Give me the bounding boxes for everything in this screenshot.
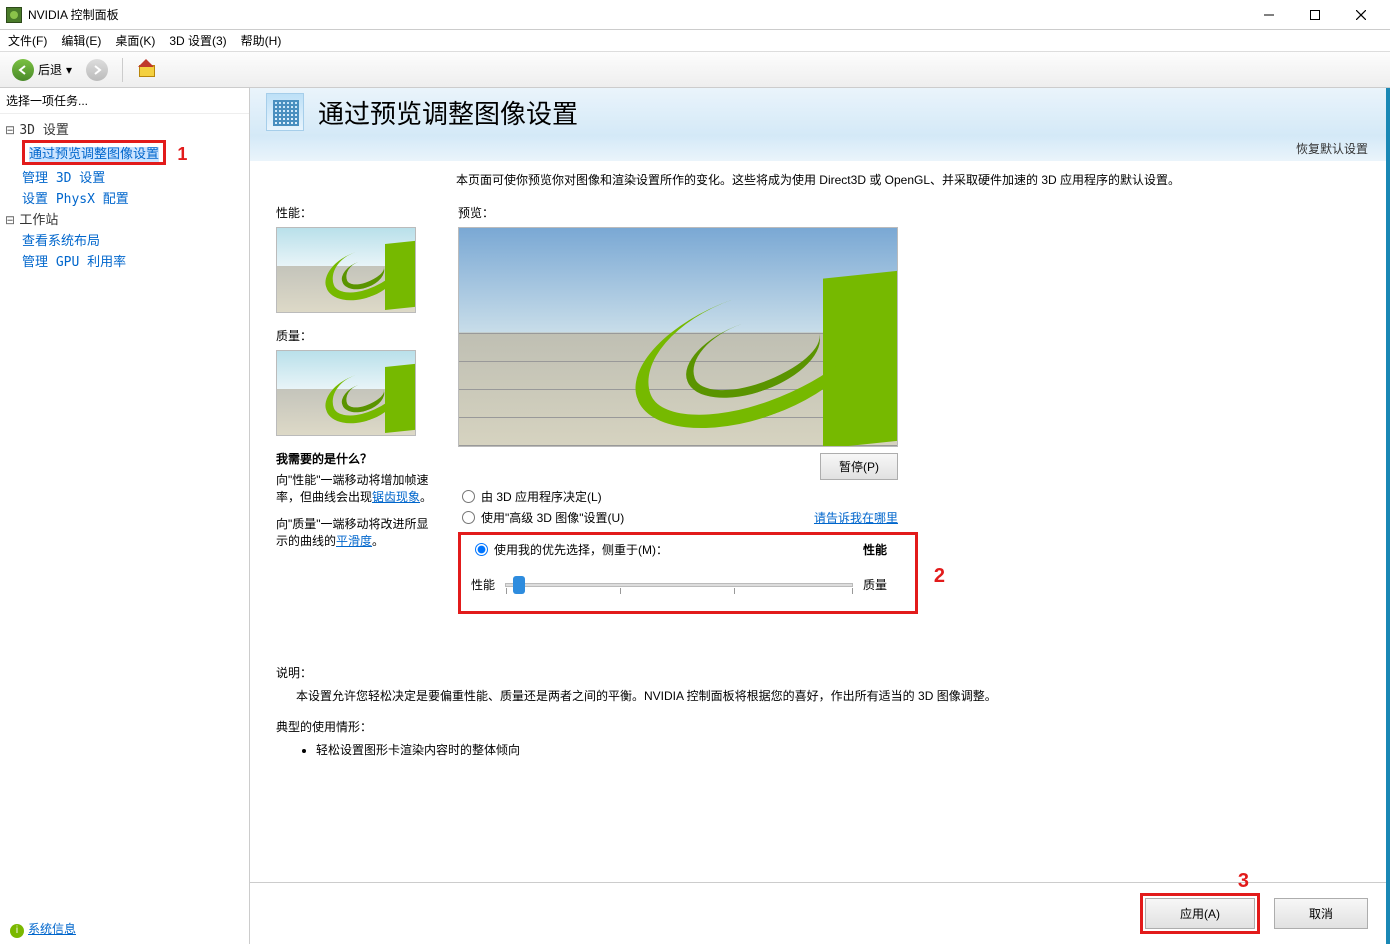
restore-defaults-link[interactable]: 恢复默认设置 bbox=[1296, 142, 1368, 156]
slider-ticks bbox=[506, 588, 852, 594]
page-header: 通过预览调整图像设置 bbox=[250, 88, 1386, 136]
tree-group-3d[interactable]: ⊟ 3D 设置 bbox=[4, 118, 245, 139]
window-controls bbox=[1246, 1, 1384, 29]
preview-viewport bbox=[458, 227, 898, 447]
tree-item-physx[interactable]: 设置 PhysX 配置 bbox=[22, 187, 245, 208]
back-icon bbox=[12, 59, 34, 81]
annotation-2: 2 bbox=[934, 565, 945, 588]
quality-label: 质量： bbox=[276, 327, 436, 344]
annotation-box-2: 使用我的优先选择，侧重于(M)： 性能 性能 bbox=[458, 532, 918, 614]
nvidia-logo-icon bbox=[305, 357, 416, 436]
page-title: 通过预览调整图像设置 bbox=[318, 94, 578, 131]
menu-help[interactable]: 帮助(H) bbox=[241, 32, 282, 49]
back-button[interactable]: 后退 ▾ bbox=[8, 57, 76, 83]
content-area: 通过预览调整图像设置 恢复默认设置 本页面可使你预览你对图像和渲染设置所作的变化… bbox=[250, 88, 1390, 944]
usage-heading: 典型的使用情形： bbox=[276, 718, 1360, 735]
tree-item-system-layout[interactable]: 查看系统布局 bbox=[22, 229, 245, 250]
annotation-3: 3 bbox=[1238, 870, 1249, 893]
slider-track[interactable] bbox=[505, 583, 853, 587]
home-icon bbox=[137, 61, 155, 79]
minimize-button[interactable] bbox=[1246, 1, 1292, 29]
slider-header: 使用我的优先选择，侧重于(M)： 性能 bbox=[471, 541, 887, 558]
page-header-icon bbox=[266, 93, 304, 131]
tree-item-preview-adjust[interactable]: 通过预览调整图像设置 1 bbox=[22, 139, 245, 166]
annotation-box-3: 3 应用(A) bbox=[1140, 893, 1260, 934]
panel-row: 性能： 质量： 我需要的是什么？ bbox=[276, 204, 1360, 614]
slider-left-label: 性能 bbox=[471, 576, 495, 593]
menu-file[interactable]: 文件(F) bbox=[8, 32, 47, 49]
collapse-icon[interactable]: ⊟ bbox=[4, 213, 16, 227]
smoothness-link[interactable]: 平滑度 bbox=[336, 534, 372, 548]
home-button[interactable] bbox=[133, 59, 159, 81]
menu-3d-settings[interactable]: 3D 设置(3) bbox=[169, 32, 226, 49]
radio-advanced-3d[interactable]: 使用"高级 3D 图像"设置(U) 请告诉我在哪里 bbox=[458, 507, 898, 528]
help-para-1: 向"性能"一端移动将增加帧速率，但曲线会出现锯齿现象。 bbox=[276, 471, 436, 505]
toolbar-separator bbox=[122, 58, 123, 82]
footer-buttons: 3 应用(A) 取消 bbox=[250, 882, 1386, 944]
radio-app-decides-input[interactable] bbox=[462, 490, 475, 503]
close-button[interactable] bbox=[1338, 1, 1384, 29]
radio-app-decides[interactable]: 由 3D 应用程序决定(L) bbox=[458, 486, 898, 507]
back-dropdown-icon: ▾ bbox=[66, 63, 72, 77]
system-info-link[interactable]: i系统信息 bbox=[0, 914, 249, 944]
usage-list: 轻松设置图形卡渲染内容时的整体倾向 bbox=[316, 741, 1360, 758]
nvidia-app-icon bbox=[6, 7, 22, 23]
cancel-button[interactable]: 取消 bbox=[1274, 898, 1368, 929]
tell-me-where-link[interactable]: 请告诉我在哪里 bbox=[814, 509, 898, 526]
tree-item-manage-3d[interactable]: 管理 3D 设置 bbox=[22, 166, 245, 187]
radio-advanced-3d-input[interactable] bbox=[462, 511, 475, 524]
radio-group: 由 3D 应用程序决定(L) 使用"高级 3D 图像"设置(U) 请告诉我在哪里 bbox=[458, 486, 898, 528]
help-title: 我需要的是什么？ bbox=[276, 450, 436, 467]
slider-right-label: 质量 bbox=[863, 576, 887, 593]
radio-my-preference[interactable]: 使用我的优先选择，侧重于(M)： bbox=[471, 541, 668, 558]
window-title: NVIDIA 控制面板 bbox=[28, 6, 1246, 23]
left-column: 性能： 质量： 我需要的是什么？ bbox=[276, 204, 436, 614]
radio-my-preference-input[interactable] bbox=[475, 543, 488, 556]
description-block: 说明： 本设置允许您轻松决定是要偏重性能、质量还是两者之间的平衡。NVIDIA … bbox=[276, 664, 1360, 758]
sidebar: 选择一项任务... ⊟ 3D 设置 通过预览调整图像设置 1 管理 3D 设置 … bbox=[0, 88, 250, 944]
desc-heading: 说明： bbox=[276, 664, 1360, 681]
titlebar: NVIDIA 控制面板 bbox=[0, 0, 1390, 30]
main-layout: 选择一项任务... ⊟ 3D 设置 通过预览调整图像设置 1 管理 3D 设置 … bbox=[0, 88, 1390, 944]
pause-button[interactable]: 暂停(P) bbox=[820, 453, 898, 480]
current-preference-label: 性能 bbox=[863, 541, 887, 558]
apply-button[interactable]: 应用(A) bbox=[1145, 898, 1255, 929]
tree-item-gpu-util[interactable]: 管理 GPU 利用率 bbox=[22, 250, 245, 271]
annotation-1: 1 bbox=[177, 144, 187, 164]
right-column: 预览： 暂停(P) 由 3D 应用程序决定(L) bbox=[458, 204, 1360, 614]
help-para-2: 向"质量"一端移动将改进所显示的曲线的平滑度。 bbox=[276, 515, 436, 549]
nvidia-logo-3d bbox=[569, 252, 898, 447]
jaggies-link[interactable]: 锯齿现象 bbox=[372, 490, 420, 504]
intro-text: 本页面可使你预览你对图像和渲染设置所作的变化。这些将成为使用 Direct3D … bbox=[276, 171, 1360, 204]
menu-desktop[interactable]: 桌面(K) bbox=[115, 32, 155, 49]
collapse-icon[interactable]: ⊟ bbox=[4, 123, 16, 137]
toolbar: 后退 ▾ bbox=[0, 52, 1390, 88]
usage-item: 轻松设置图形卡渲染内容时的整体倾向 bbox=[316, 741, 1360, 758]
desc-text: 本设置允许您轻松决定是要偏重性能、质量还是两者之间的平衡。NVIDIA 控制面板… bbox=[296, 687, 1360, 704]
forward-icon bbox=[86, 59, 108, 81]
back-label: 后退 bbox=[38, 61, 62, 78]
help-box: 我需要的是什么？ 向"性能"一端移动将增加帧速率，但曲线会出现锯齿现象。 向"质… bbox=[276, 450, 436, 549]
pause-row: 暂停(P) bbox=[458, 453, 898, 480]
perf-label: 性能： bbox=[276, 204, 436, 221]
perf-thumbnail bbox=[276, 227, 416, 313]
menubar: 文件(F) 编辑(E) 桌面(K) 3D 设置(3) 帮助(H) bbox=[0, 30, 1390, 52]
task-tree: ⊟ 3D 设置 通过预览调整图像设置 1 管理 3D 设置 设置 PhysX 配… bbox=[0, 114, 249, 914]
restore-row: 恢复默认设置 bbox=[250, 136, 1386, 161]
quality-slider[interactable]: 性能 质量 bbox=[471, 576, 887, 593]
forward-button[interactable] bbox=[82, 57, 112, 83]
page-body: 本页面可使你预览你对图像和渲染设置所作的变化。这些将成为使用 Direct3D … bbox=[250, 161, 1386, 882]
menu-edit[interactable]: 编辑(E) bbox=[61, 32, 101, 49]
tree-group-workstation[interactable]: ⊟ 工作站 bbox=[4, 208, 245, 229]
quality-thumbnail bbox=[276, 350, 416, 436]
maximize-button[interactable] bbox=[1292, 1, 1338, 29]
info-icon: i bbox=[10, 924, 24, 938]
nvidia-logo-icon bbox=[305, 234, 416, 313]
preview-label: 预览： bbox=[458, 204, 1360, 221]
task-prompt: 选择一项任务... bbox=[0, 88, 249, 114]
